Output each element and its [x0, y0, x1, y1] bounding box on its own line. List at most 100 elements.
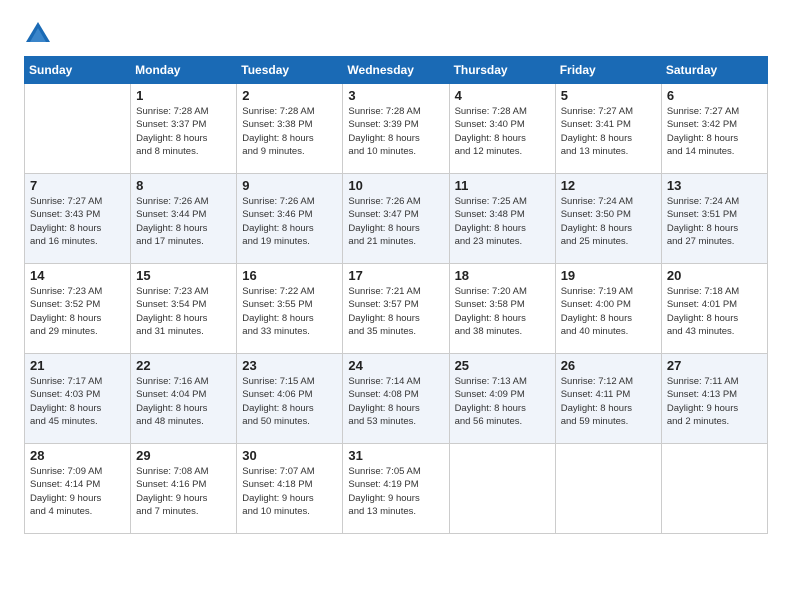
- day-number: 25: [455, 358, 550, 373]
- day-info: Sunrise: 7:19 AMSunset: 4:00 PMDaylight:…: [561, 285, 656, 338]
- day-number: 31: [348, 448, 443, 463]
- day-info: Sunrise: 7:18 AMSunset: 4:01 PMDaylight:…: [667, 285, 762, 338]
- day-header-tuesday: Tuesday: [237, 57, 343, 84]
- day-info: Sunrise: 7:21 AMSunset: 3:57 PMDaylight:…: [348, 285, 443, 338]
- day-number: 18: [455, 268, 550, 283]
- day-number: 22: [136, 358, 231, 373]
- day-info: Sunrise: 7:26 AMSunset: 3:44 PMDaylight:…: [136, 195, 231, 248]
- day-info: Sunrise: 7:15 AMSunset: 4:06 PMDaylight:…: [242, 375, 337, 428]
- day-info: Sunrise: 7:12 AMSunset: 4:11 PMDaylight:…: [561, 375, 656, 428]
- calendar-cell: 5 Sunrise: 7:27 AMSunset: 3:41 PMDaylight…: [555, 84, 661, 174]
- calendar-week-row: 21 Sunrise: 7:17 AMSunset: 4:03 PMDayligh…: [25, 354, 768, 444]
- day-number: 1: [136, 88, 231, 103]
- calendar-cell: [555, 444, 661, 534]
- day-number: 7: [30, 178, 125, 193]
- day-info: Sunrise: 7:07 AMSunset: 4:18 PMDaylight:…: [242, 465, 337, 518]
- day-info: Sunrise: 7:17 AMSunset: 4:03 PMDaylight:…: [30, 375, 125, 428]
- day-info: Sunrise: 7:25 AMSunset: 3:48 PMDaylight:…: [455, 195, 550, 248]
- calendar-cell: 28 Sunrise: 7:09 AMSunset: 4:14 PMDayligh…: [25, 444, 131, 534]
- day-number: 5: [561, 88, 656, 103]
- day-number: 20: [667, 268, 762, 283]
- day-info: Sunrise: 7:24 AMSunset: 3:50 PMDaylight:…: [561, 195, 656, 248]
- calendar-cell: 3 Sunrise: 7:28 AMSunset: 3:39 PMDaylight…: [343, 84, 449, 174]
- calendar-cell: 8 Sunrise: 7:26 AMSunset: 3:44 PMDaylight…: [131, 174, 237, 264]
- page-header: [24, 20, 768, 48]
- day-header-thursday: Thursday: [449, 57, 555, 84]
- day-info: Sunrise: 7:26 AMSunset: 3:46 PMDaylight:…: [242, 195, 337, 248]
- calendar-cell: 15Sunrise: 7:23 AMSunset: 3:54 PMDayligh…: [131, 264, 237, 354]
- day-info: Sunrise: 7:22 AMSunset: 3:55 PMDaylight:…: [242, 285, 337, 338]
- day-number: 13: [667, 178, 762, 193]
- calendar-cell: 2 Sunrise: 7:28 AMSunset: 3:38 PMDaylight…: [237, 84, 343, 174]
- day-number: 24: [348, 358, 443, 373]
- day-info: Sunrise: 7:28 AMSunset: 3:38 PMDaylight:…: [242, 105, 337, 158]
- calendar-cell: 16 Sunrise: 7:22 AMSunset: 3:55 PMDayligh…: [237, 264, 343, 354]
- calendar-cell: [661, 444, 767, 534]
- day-number: 4: [455, 88, 550, 103]
- day-header-sunday: Sunday: [25, 57, 131, 84]
- day-number: 9: [242, 178, 337, 193]
- calendar-cell: 19 Sunrise: 7:19 AMSunset: 4:00 PMDayligh…: [555, 264, 661, 354]
- day-info: Sunrise: 7:28 AMSunset: 3:40 PMDaylight:…: [455, 105, 550, 158]
- calendar-cell: 23 Sunrise: 7:15 AMSunset: 4:06 PMDayligh…: [237, 354, 343, 444]
- day-info: Sunrise: 7:28 AMSunset: 3:39 PMDaylight:…: [348, 105, 443, 158]
- day-number: 30: [242, 448, 337, 463]
- calendar-cell: 14 Sunrise: 7:23 AMSunset: 3:52 PMDayligh…: [25, 264, 131, 354]
- calendar-cell: 12 Sunrise: 7:24 AMSunset: 3:50 PMDayligh…: [555, 174, 661, 264]
- calendar-week-row: 7 Sunrise: 7:27 AMSunset: 3:43 PMDaylight…: [25, 174, 768, 264]
- day-number: 8: [136, 178, 231, 193]
- day-info: Sunrise: 7:05 AMSunset: 4:19 PMDaylight:…: [348, 465, 443, 518]
- calendar-cell: 31 Sunrise: 7:05 AMSunset: 4:19 PMDayligh…: [343, 444, 449, 534]
- day-info: Sunrise: 7:28 AMSunset: 3:37 PMDaylight:…: [136, 105, 231, 158]
- calendar-cell: 25Sunrise: 7:13 AMSunset: 4:09 PMDayligh…: [449, 354, 555, 444]
- day-info: Sunrise: 7:24 AMSunset: 3:51 PMDaylight:…: [667, 195, 762, 248]
- day-header-friday: Friday: [555, 57, 661, 84]
- day-number: 19: [561, 268, 656, 283]
- day-number: 27: [667, 358, 762, 373]
- calendar-header-row: SundayMondayTuesdayWednesdayThursdayFrid…: [25, 57, 768, 84]
- calendar-cell: 4 Sunrise: 7:28 AMSunset: 3:40 PMDaylight…: [449, 84, 555, 174]
- calendar-cell: 17Sunrise: 7:21 AMSunset: 3:57 PMDayligh…: [343, 264, 449, 354]
- calendar-cell: 21 Sunrise: 7:17 AMSunset: 4:03 PMDayligh…: [25, 354, 131, 444]
- calendar-cell: 10Sunrise: 7:26 AMSunset: 3:47 PMDayligh…: [343, 174, 449, 264]
- calendar-cell: 22Sunrise: 7:16 AMSunset: 4:04 PMDayligh…: [131, 354, 237, 444]
- day-number: 12: [561, 178, 656, 193]
- day-info: Sunrise: 7:23 AMSunset: 3:52 PMDaylight:…: [30, 285, 125, 338]
- day-number: 14: [30, 268, 125, 283]
- day-header-saturday: Saturday: [661, 57, 767, 84]
- calendar-cell: 18 Sunrise: 7:20 AMSunset: 3:58 PMDayligh…: [449, 264, 555, 354]
- day-number: 2: [242, 88, 337, 103]
- calendar-week-row: 1 Sunrise: 7:28 AMSunset: 3:37 PMDaylight…: [25, 84, 768, 174]
- day-number: 28: [30, 448, 125, 463]
- day-info: Sunrise: 7:27 AMSunset: 3:43 PMDaylight:…: [30, 195, 125, 248]
- calendar-cell: 6 Sunrise: 7:27 AMSunset: 3:42 PMDaylight…: [661, 84, 767, 174]
- calendar-cell: [25, 84, 131, 174]
- calendar-body: 1 Sunrise: 7:28 AMSunset: 3:37 PMDaylight…: [25, 84, 768, 534]
- calendar-cell: 1 Sunrise: 7:28 AMSunset: 3:37 PMDaylight…: [131, 84, 237, 174]
- calendar-cell: 13 Sunrise: 7:24 AMSunset: 3:51 PMDayligh…: [661, 174, 767, 264]
- day-info: Sunrise: 7:08 AMSunset: 4:16 PMDaylight:…: [136, 465, 231, 518]
- day-number: 6: [667, 88, 762, 103]
- calendar-cell: 11 Sunrise: 7:25 AMSunset: 3:48 PMDayligh…: [449, 174, 555, 264]
- day-header-wednesday: Wednesday: [343, 57, 449, 84]
- day-info: Sunrise: 7:09 AMSunset: 4:14 PMDaylight:…: [30, 465, 125, 518]
- day-number: 3: [348, 88, 443, 103]
- day-number: 16: [242, 268, 337, 283]
- day-number: 29: [136, 448, 231, 463]
- day-info: Sunrise: 7:11 AMSunset: 4:13 PMDaylight:…: [667, 375, 762, 428]
- calendar-cell: [449, 444, 555, 534]
- day-number: 23: [242, 358, 337, 373]
- day-header-monday: Monday: [131, 57, 237, 84]
- day-number: 21: [30, 358, 125, 373]
- calendar-cell: 29 Sunrise: 7:08 AMSunset: 4:16 PMDayligh…: [131, 444, 237, 534]
- day-info: Sunrise: 7:27 AMSunset: 3:41 PMDaylight:…: [561, 105, 656, 158]
- day-info: Sunrise: 7:20 AMSunset: 3:58 PMDaylight:…: [455, 285, 550, 338]
- day-info: Sunrise: 7:27 AMSunset: 3:42 PMDaylight:…: [667, 105, 762, 158]
- logo: [24, 20, 54, 48]
- day-number: 15: [136, 268, 231, 283]
- calendar: SundayMondayTuesdayWednesdayThursdayFrid…: [24, 56, 768, 534]
- day-number: 11: [455, 178, 550, 193]
- calendar-cell: 27 Sunrise: 7:11 AMSunset: 4:13 PMDayligh…: [661, 354, 767, 444]
- day-info: Sunrise: 7:26 AMSunset: 3:47 PMDaylight:…: [348, 195, 443, 248]
- calendar-week-row: 14 Sunrise: 7:23 AMSunset: 3:52 PMDayligh…: [25, 264, 768, 354]
